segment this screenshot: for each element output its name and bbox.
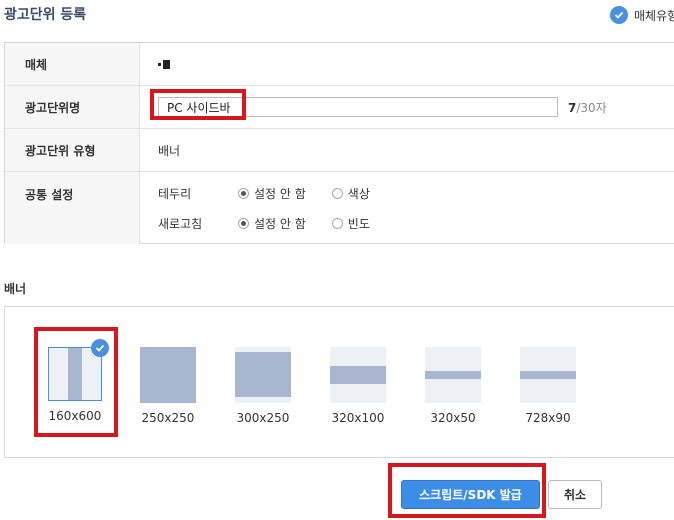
banner-size-label: 300x250 bbox=[236, 411, 290, 425]
refresh-label: 새로고침 bbox=[158, 216, 203, 231]
refresh-option-frequency[interactable]: 빈도 bbox=[331, 215, 370, 232]
banner-thumb-320x100 bbox=[330, 347, 386, 403]
radio-label: 설정 안 함 bbox=[254, 186, 306, 201]
ad-unit-form: 매체 광고단위명 7/30자 광고단위 유형 배너 공통 설정 테두리 설정 안… bbox=[4, 42, 674, 244]
media-label: 매체 bbox=[5, 43, 140, 85]
highlight-name-input bbox=[150, 89, 246, 120]
banner-thumb-300x250 bbox=[235, 347, 291, 403]
radio-label: 설정 안 함 bbox=[254, 216, 306, 231]
banner-option-320x50[interactable]: 320x50 bbox=[413, 347, 493, 425]
banner-option-728x90[interactable]: 728x90 bbox=[508, 347, 588, 425]
banner-thumb-250x250 bbox=[140, 347, 196, 403]
check-icon bbox=[610, 6, 628, 24]
border-setting: 테두리 설정 안 함 색상 bbox=[158, 178, 674, 208]
banner-section-title: 배너 bbox=[4, 282, 27, 296]
radio-icon bbox=[331, 187, 343, 199]
banner-option-300x250[interactable]: 300x250 bbox=[223, 347, 303, 425]
ad-unit-type-value: 배너 bbox=[158, 143, 181, 158]
cancel-button[interactable]: 취소 bbox=[548, 480, 602, 509]
radio-label: 빈도 bbox=[347, 216, 370, 231]
border-option-color[interactable]: 색상 bbox=[331, 185, 370, 202]
banner-thumb-728x90 bbox=[520, 347, 576, 403]
banner-option-250x250[interactable]: 250x250 bbox=[128, 347, 208, 425]
banner-thumb-320x50 bbox=[425, 347, 481, 403]
refresh-setting: 새로고침 설정 안 함 빈도 bbox=[158, 208, 674, 238]
banner-size-label: 728x90 bbox=[525, 411, 571, 425]
radio-icon bbox=[331, 217, 343, 229]
refresh-option-off[interactable]: 설정 안 함 bbox=[238, 215, 306, 232]
border-option-off[interactable]: 설정 안 함 bbox=[238, 185, 306, 202]
page-title: 광고단위 등록 bbox=[4, 7, 87, 23]
media-type-label: 매체유형 bbox=[634, 8, 674, 23]
char-count-max: /30자 bbox=[576, 100, 607, 115]
ad-unit-name-label: 광고단위명 bbox=[5, 86, 140, 128]
media-logo bbox=[158, 59, 170, 69]
highlight-issue-button bbox=[388, 463, 546, 518]
banner-option-320x100[interactable]: 320x100 bbox=[318, 347, 398, 425]
media-type-toggle[interactable]: 매체유형 bbox=[610, 6, 674, 24]
radio-selected-icon bbox=[238, 217, 249, 229]
common-settings-label: 공통 설정 bbox=[5, 172, 140, 244]
banner-size-label: 320x100 bbox=[331, 411, 385, 425]
highlight-banner-160x600 bbox=[34, 327, 118, 437]
radio-label: 색상 bbox=[347, 186, 370, 201]
banner-size-label: 250x250 bbox=[141, 411, 195, 425]
border-label: 테두리 bbox=[158, 186, 192, 201]
ad-unit-type-label: 광고단위 유형 bbox=[5, 129, 140, 171]
radio-selected-icon bbox=[238, 187, 249, 199]
char-counter: 7/30자 bbox=[568, 99, 607, 116]
banner-size-label: 320x50 bbox=[430, 411, 476, 425]
